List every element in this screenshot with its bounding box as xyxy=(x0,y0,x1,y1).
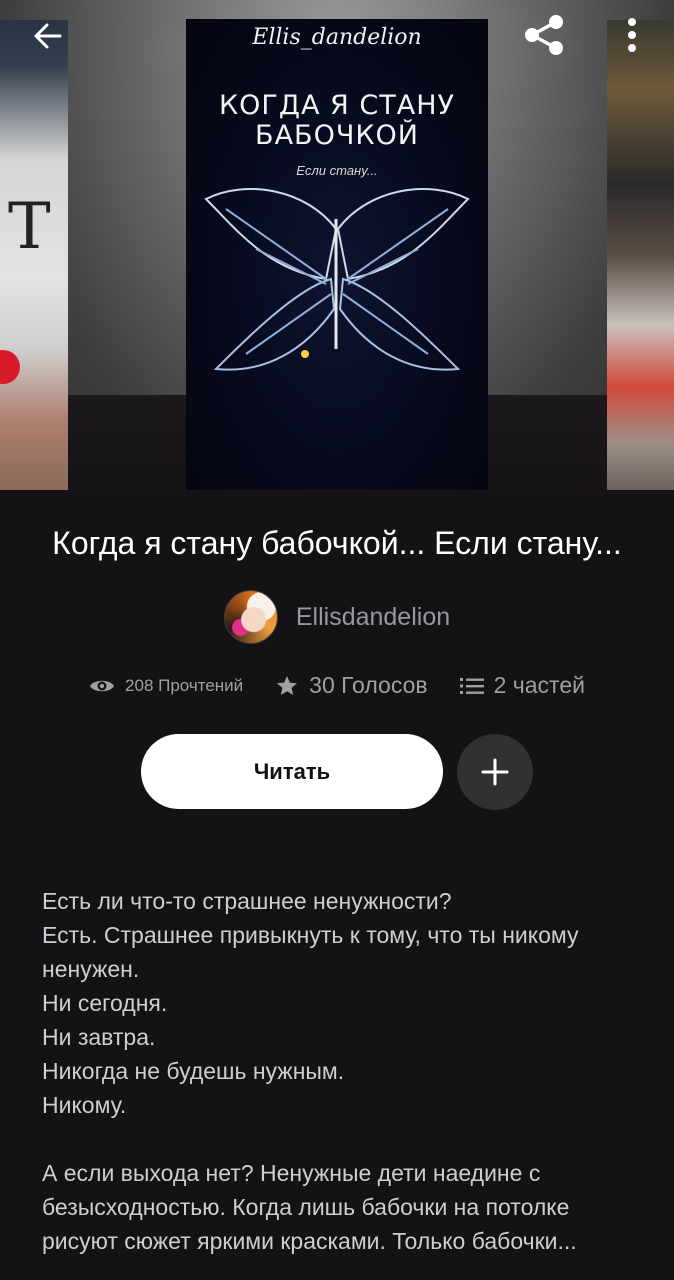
cover-title-line2: БАБОЧКОЙ xyxy=(255,120,419,151)
description-line: Никогда не будешь нужным. xyxy=(42,1058,345,1084)
story-cover[interactable]: Ellis_dandelion КОГДА Я СТАНУ БАБОЧКОЙ Е… xyxy=(186,19,488,490)
read-button[interactable]: Читать xyxy=(141,734,443,809)
description-line: Никому. xyxy=(42,1092,127,1118)
share-icon xyxy=(525,15,563,55)
heart-decoration xyxy=(0,350,20,384)
cover-title: КОГДА Я СТАНУ БАБОЧКОЙ xyxy=(186,91,488,151)
description-line: Ни сегодня. xyxy=(42,990,168,1016)
more-options-button[interactable] xyxy=(612,10,652,60)
description-line: Есть. Страшнее привыкнуть к тому, что ты… xyxy=(42,922,579,982)
votes-stat: 30 Голосов xyxy=(275,672,428,699)
previous-story-cover[interactable]: T xyxy=(0,20,68,490)
plus-icon xyxy=(481,758,509,786)
star-icon xyxy=(277,675,298,695)
story-page: T Ellis_dandelion КОГДА Я СТАНУ БАБОЧКОЙ… xyxy=(0,0,674,1280)
arrow-left-icon xyxy=(34,23,62,49)
share-button[interactable] xyxy=(518,10,570,60)
cover-title-line1: КОГДА Я СТАНУ xyxy=(219,90,455,121)
reads-stat: 208 Прочтений xyxy=(89,676,243,696)
more-vertical-icon xyxy=(628,18,636,52)
story-description: Есть ли что-то страшнее ненужности? Есть… xyxy=(42,884,642,1258)
avatar xyxy=(223,590,278,644)
eye-icon xyxy=(90,680,115,691)
reads-count: 208 Прочтений xyxy=(125,675,244,695)
story-stats: 208 Прочтений 30 Голосов 2 частей xyxy=(0,672,674,699)
cover-artwork-decoration: T xyxy=(8,190,51,264)
description-line: Ни завтра. xyxy=(42,1024,156,1050)
votes-count: 30 Голосов xyxy=(309,672,428,698)
cover-author: Ellis_dandelion xyxy=(252,25,422,50)
list-icon xyxy=(459,677,484,694)
author-name: Ellisdandelion xyxy=(295,602,451,631)
next-story-cover[interactable] xyxy=(607,20,674,490)
author-link[interactable]: Ellisdandelion xyxy=(0,590,674,644)
add-to-library-button[interactable] xyxy=(457,734,533,810)
parts-count: 2 частей xyxy=(493,672,585,698)
butterfly-illustration xyxy=(204,188,470,371)
cover-carousel: T Ellis_dandelion КОГДА Я СТАНУ БАБОЧКОЙ… xyxy=(0,0,674,500)
description-paragraph: А если выхода нет? Ненужные дети наедине… xyxy=(42,1160,577,1254)
story-title: Когда я стану бабочкой... Если стану... xyxy=(52,525,622,561)
parts-stat: 2 частей xyxy=(459,672,585,699)
description-line: Есть ли что-то страшнее ненужности? xyxy=(42,888,452,914)
back-button[interactable] xyxy=(22,12,74,60)
